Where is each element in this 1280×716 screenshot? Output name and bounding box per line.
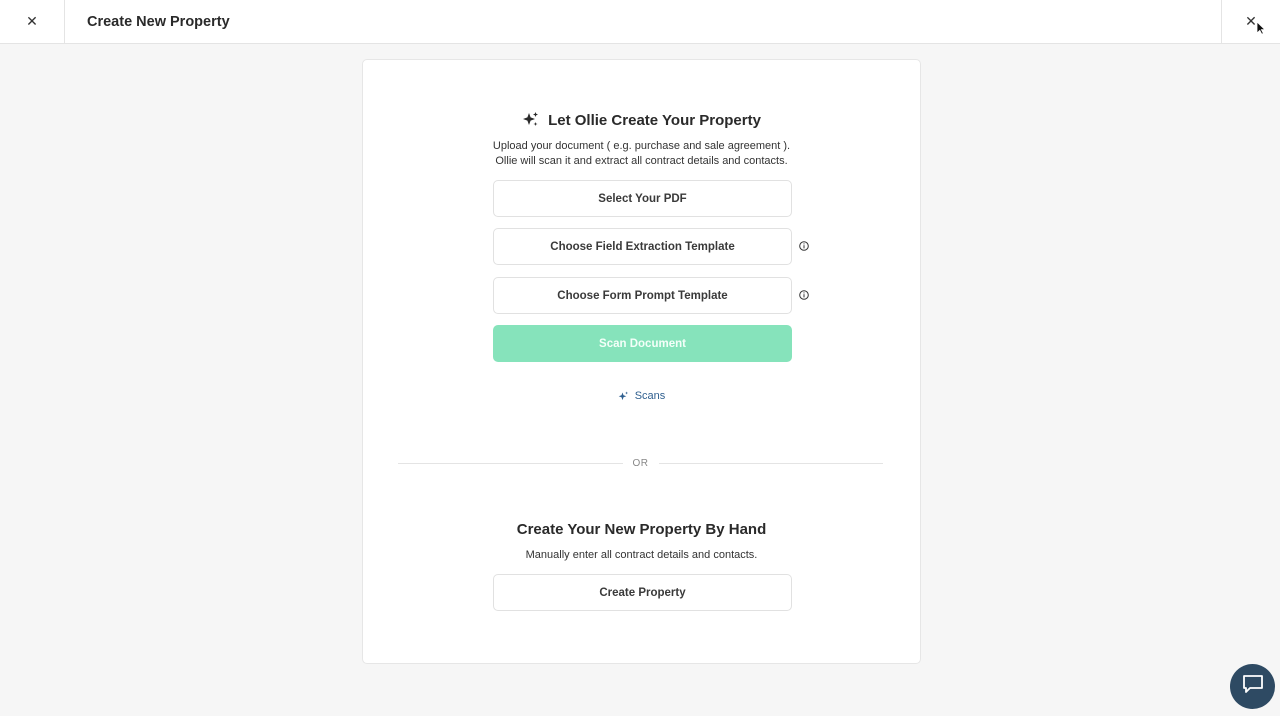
scans-link-label: Scans: [634, 390, 666, 402]
create-property-card: Let Ollie Create Your Property Upload yo…: [362, 59, 921, 664]
manual-description: Manually enter all contract details and …: [525, 549, 758, 561]
sparkle-icon: [618, 391, 629, 402]
divider-line: [658, 462, 883, 464]
info-icon[interactable]: [799, 241, 809, 251]
page-title: Create New Property: [87, 13, 230, 30]
mouse-cursor-icon: [1256, 21, 1266, 35]
create-property-button[interactable]: Create Property: [493, 574, 792, 611]
choose-field-extraction-template-button[interactable]: Choose Field Extraction Template: [493, 228, 792, 265]
ai-section-title-row: Let Ollie Create Your Property: [363, 109, 920, 131]
divider-line: [398, 462, 623, 464]
close-icon[interactable]: ✕: [0, 0, 65, 43]
info-icon[interactable]: [799, 290, 809, 300]
upload-description: Upload your document ( e.g. purchase and…: [363, 139, 920, 169]
scan-document-button[interactable]: Scan Document: [493, 325, 792, 362]
sparkle-icon: [522, 111, 540, 129]
select-pdf-button[interactable]: Select Your PDF: [493, 180, 792, 217]
chat-button[interactable]: [1230, 664, 1275, 709]
choose-form-prompt-template-button[interactable]: Choose Form Prompt Template: [493, 277, 792, 314]
manual-section-title: Create Your New Property By Hand: [516, 520, 767, 538]
scans-link[interactable]: Scans: [363, 388, 920, 404]
chat-bubble-icon: [1242, 674, 1264, 699]
divider-label: OR: [632, 457, 649, 469]
close-icon[interactable]: ✕: [1221, 0, 1280, 43]
top-bar: ✕ Create New Property ✕: [0, 0, 1280, 44]
ai-section-title: Let Ollie Create Your Property: [548, 111, 761, 129]
upload-description-line-2: Ollie will scan it and extract all contr…: [495, 155, 788, 167]
or-divider: OR: [398, 456, 883, 470]
upload-description-line-1: Upload your document ( e.g. purchase and…: [492, 140, 791, 152]
